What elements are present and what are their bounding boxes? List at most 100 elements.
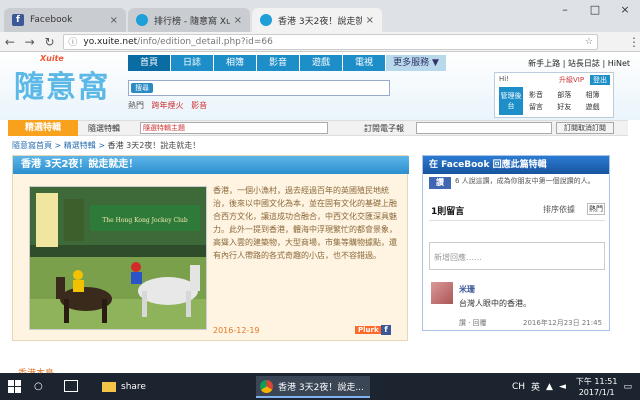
close-tab-icon[interactable]: × (110, 15, 118, 26)
nav-video[interactable]: 影音 (257, 55, 299, 71)
comment-actions[interactable]: 讚 · 回覆 (459, 318, 487, 328)
ime-mode[interactable]: 英 (531, 380, 540, 393)
logout-button[interactable]: 登出 (590, 75, 610, 85)
bookmark-star-icon[interactable]: ☆ (585, 37, 593, 47)
tab-facebook[interactable]: f Facebook × (4, 8, 126, 32)
breadcrumb-path[interactable]: 隨意窩首頁 > 精選特輯 > (12, 141, 108, 150)
nav-more[interactable]: 更多服務 ▼ (386, 55, 446, 71)
like-button[interactable]: 讚 (429, 177, 451, 189)
tab-hongkong[interactable]: 香港 3天2夜！說走就走 × (252, 8, 382, 32)
search-input[interactable]: 搜尋 (128, 80, 390, 96)
article-body: 香港，一個小漁村，過去經過百年的英國殖民地統治，後來以中國文化為本，並在固有文化… (213, 186, 397, 260)
admin-button[interactable]: 管理後台 (499, 87, 523, 115)
clock-time: 下午 11:51 (575, 376, 618, 386)
comment-input[interactable]: 新增回應…… (429, 242, 605, 270)
facebook-icon: f (12, 14, 24, 26)
windows-start-icon[interactable] (8, 380, 22, 394)
newsletter-label: 訂閱電子報 (364, 124, 404, 133)
reload-icon[interactable]: ↻ (40, 35, 60, 49)
facebook-panel-title: 在 FaceBook 回應此篇特輯 (423, 156, 609, 174)
taskbar-app-label: 香港 3天2夜！說走... (278, 382, 364, 393)
url-host: yo.xuite.net (83, 36, 138, 47)
top-links[interactable]: 新手上路 | 站長日誌 | HiNet (528, 58, 630, 69)
nav-tv[interactable]: 電視 (343, 55, 385, 71)
horse-racing-photo: The Hong Kong Jockey Club (30, 187, 206, 329)
tab-ranking[interactable]: 排行榜 - 隨意窩 Xuite遊 × (128, 8, 250, 32)
comment-author[interactable]: 米珊 (459, 284, 475, 295)
close-tab-icon[interactable]: × (234, 15, 242, 26)
user-link[interactable]: 遊戲 (585, 101, 611, 113)
site-header: Xuite 隨意窩 首頁 日誌 相簿 影音 遊戲 電視 更多服務 ▼ 搜尋 熱門… (0, 52, 640, 120)
user-link[interactable]: 好友 (557, 101, 583, 113)
subscribe-button[interactable]: 訂閱取消訂閱 (556, 122, 614, 134)
featured-label: 精選特輯 (8, 120, 78, 136)
avatar[interactable] (431, 282, 453, 304)
taskbar-app-chrome[interactable]: 香港 3天2夜！說走... (256, 376, 370, 398)
newsletter-email-input[interactable] (416, 122, 552, 134)
chrome-icon (260, 379, 273, 393)
minimize-icon[interactable]: – (550, 0, 580, 20)
nav-album[interactable]: 相簿 (214, 55, 256, 71)
user-link[interactable]: 相簿 (585, 89, 611, 101)
xuite-icon (136, 14, 148, 26)
article-date: 2016-12-19 (213, 326, 260, 335)
taskbar-app-label: share (121, 382, 146, 392)
forward-icon[interactable]: → (20, 35, 40, 49)
photo-sign-text: The Hong Kong Jockey Club (102, 217, 188, 224)
featured-select[interactable]: 隨選特輯主題 (140, 122, 328, 134)
article-title: 香港 3天2夜！說走就走！ (13, 156, 409, 174)
featured-bar: 精選特輯 隨選特輯 隨選特輯主題 訂閱電子報 訂閱取消訂閱 (8, 120, 628, 136)
address-bar[interactable]: ⓘ yo.xuite.net/info/edition_detail.php?i… (63, 33, 598, 50)
browser-tabstrip: f Facebook × 排行榜 - 隨意窩 Xuite遊 × 香港 3天2夜！… (0, 0, 640, 32)
hot-tag-link[interactable]: 跨年煙火 (152, 101, 184, 110)
comment-count: 1則留言 (431, 207, 465, 217)
notifications-icon[interactable]: ▭ (623, 382, 632, 392)
sort-dropdown[interactable]: 熱門 (587, 203, 605, 215)
user-links: 影音 部落 相簿 留言 好友 遊戲 (529, 89, 613, 113)
back-icon[interactable]: ← (0, 35, 20, 49)
divider (429, 220, 605, 221)
user-link[interactable]: 部落 (557, 89, 583, 101)
tab-title: Facebook (30, 15, 73, 25)
facebook-comments-panel: 在 FaceBook 回應此篇特輯 讚 6 人說這讚，成為你朋友中第一個說讚的人… (422, 155, 610, 331)
folder-icon (102, 382, 116, 392)
comment-text: 台灣人眼中的香港。 (459, 299, 531, 308)
clock[interactable]: 下午 11:51 2017/1/1 (576, 376, 618, 398)
close-window-icon[interactable]: × (610, 0, 640, 20)
system-tray: CH 英 ▲ ◄ 下午 11:51 2017/1/1 ▭ (506, 373, 632, 400)
browser-menu-icon[interactable]: ⋮ (628, 35, 640, 49)
article-photo[interactable]: The Hong Kong Jockey Club (29, 186, 207, 330)
main-nav: 首頁 日誌 相簿 影音 遊戲 電視 更多服務 ▼ (128, 55, 447, 71)
user-link[interactable]: 留言 (529, 101, 555, 113)
ime-lang[interactable]: CH (512, 382, 525, 392)
hot-tags: 熱門 跨年煙火 影音 (128, 100, 207, 111)
breadcrumb: 隨意窩首頁 > 精選特輯 > 香港 3天2夜！說走就走！ (12, 140, 200, 151)
search-button[interactable]: 搜尋 (131, 83, 153, 93)
page-info-icon[interactable]: ⓘ (68, 35, 77, 48)
nav-blog[interactable]: 日誌 (171, 55, 213, 71)
taskbar-app-share[interactable]: share (98, 376, 150, 398)
close-tab-icon[interactable]: × (366, 15, 374, 26)
user-link[interactable]: 影音 (529, 89, 555, 101)
tab-title: 香港 3天2夜！說走就走 (278, 16, 362, 27)
maximize-icon[interactable]: □ (580, 0, 610, 20)
featured-select-label: 隨選特輯 (88, 124, 120, 133)
sort-label: 排序依據 (543, 205, 575, 214)
plurk-share-button[interactable]: Plurk (355, 326, 382, 334)
task-view-icon[interactable] (64, 380, 78, 392)
search-icon[interactable]: ○ (34, 381, 43, 392)
nav-home[interactable]: 首頁 (128, 55, 170, 71)
url-text: yo.xuite.net/info/edition_detail.php?id=… (83, 37, 585, 47)
vip-link[interactable]: 升級VIP (559, 75, 584, 85)
hot-tag-link[interactable]: 影音 (191, 101, 207, 110)
user-greeting: Hi! (499, 75, 510, 83)
site-logo[interactable]: 隨意窩 (14, 62, 110, 106)
network-icon[interactable]: ▲ (546, 382, 553, 392)
nav-game[interactable]: 遊戲 (300, 55, 342, 71)
hot-tags-label: 熱門 (128, 101, 144, 110)
volume-icon[interactable]: ◄ (559, 382, 566, 392)
facebook-share-icon[interactable]: f (381, 325, 391, 335)
browser-toolbar: ← → ↻ ⓘ yo.xuite.net/info/edition_detail… (0, 32, 640, 52)
window-controls: – □ × (550, 0, 640, 20)
tab-title: 排行榜 - 隨意窩 Xuite遊 (154, 16, 230, 27)
